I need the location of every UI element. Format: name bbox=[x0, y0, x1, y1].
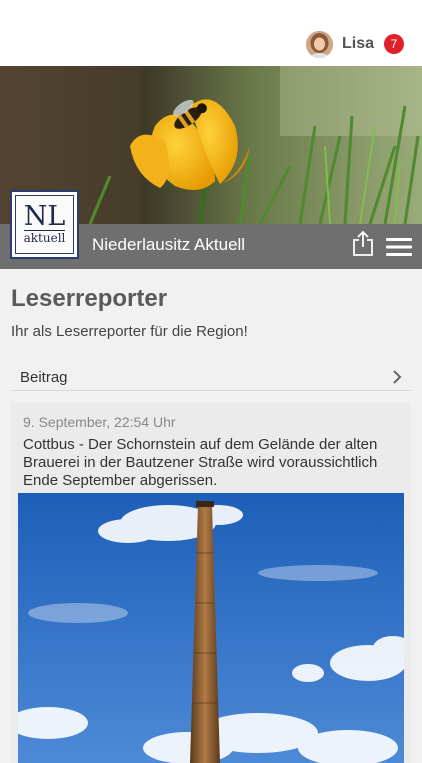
avatar[interactable] bbox=[305, 30, 333, 58]
logo-sub-text: aktuell bbox=[23, 230, 66, 245]
share-icon[interactable] bbox=[352, 230, 374, 257]
menu-icon[interactable] bbox=[386, 237, 412, 257]
page-subtitle: Ihr als Leserreporter für die Region! bbox=[11, 323, 248, 340]
post-date: 9. September, 22:54 Uhr bbox=[23, 414, 176, 430]
user-account[interactable]: Lisa 7 bbox=[305, 30, 404, 58]
top-bar: Lisa 7 bbox=[0, 0, 422, 66]
notification-badge[interactable]: 7 bbox=[384, 34, 404, 54]
post-text: Cottbus - Der Schornstein auf dem Geländ… bbox=[23, 436, 378, 489]
logo-main-text: NL bbox=[23, 201, 66, 232]
post-card[interactable]: 9. September, 22:54 Uhr Cottbus - Der Sc… bbox=[11, 403, 411, 763]
chevron-right-icon bbox=[391, 369, 403, 385]
post-image[interactable] bbox=[18, 493, 404, 763]
user-name[interactable]: Lisa bbox=[342, 35, 374, 53]
beitrag-row[interactable]: Beitrag bbox=[11, 364, 411, 391]
page-title: Leserreporter bbox=[11, 285, 168, 312]
brand-name: Niederlausitz Aktuell bbox=[92, 235, 246, 254]
logo[interactable]: NL aktuell bbox=[10, 190, 79, 259]
beitrag-label: Beitrag bbox=[20, 369, 68, 386]
